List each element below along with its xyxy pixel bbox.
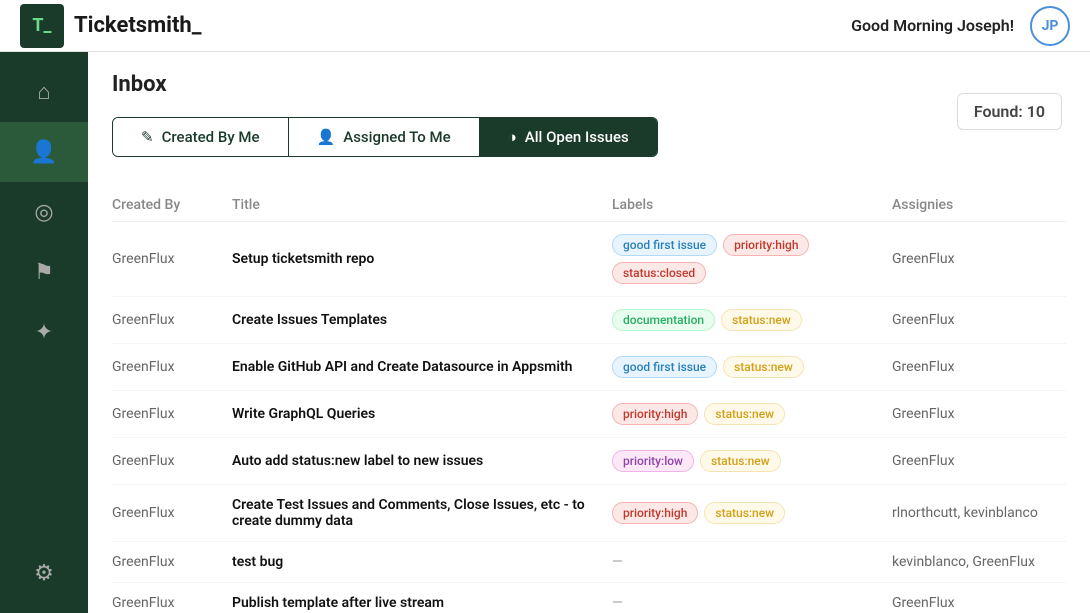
col-header-labels: Labels [612,189,892,222]
label-badge: status:new [704,502,785,524]
cell-created-by: GreenFlux [112,485,232,542]
table-row[interactable]: GreenFluxPublish template after live str… [112,583,1066,613]
table-row[interactable]: GreenFluxCreate Issues Templatesdocument… [112,297,1066,344]
inbox-icon: 👤 [30,140,57,165]
issues-table: Created By Title Labels Assignies GreenF… [112,189,1066,613]
cell-created-by: GreenFlux [112,297,232,344]
logo-box: T_ [20,4,64,48]
avatar[interactable]: JP [1030,6,1070,46]
label-badge: status:new [704,403,785,425]
content-area: Inbox ✎ Created By Me 👤 Assigned To Me ◑… [88,52,1090,613]
table-row[interactable]: GreenFluxCreate Test Issues and Comments… [112,485,1066,542]
tab-created-by-me-label: Created By Me [162,128,260,146]
cell-assignies: GreenFlux [892,583,1066,613]
cell-labels: priority:high status:new [612,391,892,438]
label-badge: status:new [700,450,781,472]
app-title: Ticketsmith_ [74,13,202,38]
cell-assignies: GreenFlux [892,344,1066,391]
cell-labels: good first issue status:new [612,344,892,391]
star-icon: ✦ [35,320,53,345]
cell-labels: priority:low status:new [612,438,892,485]
cell-title: Publish template after live stream [232,583,612,613]
label-badge: status:new [723,356,804,378]
label-empty: — [612,554,623,570]
top-header: T_ Ticketsmith_ Good Morning Joseph! JP [0,0,1090,52]
cell-assignies: kevinblanco, GreenFlux [892,542,1066,583]
label-badge: priority:high [612,403,698,425]
tab-assigned-to-me-label: Assigned To Me [343,128,450,146]
cell-labels: — [612,542,892,583]
label-badge: status:new [721,309,802,331]
cell-title: Enable GitHub API and Create Datasource … [232,344,612,391]
cell-created-by: GreenFlux [112,542,232,583]
cell-title: test bug [232,542,612,583]
assigned-to-me-icon: 👤 [317,128,336,146]
cell-assignies: GreenFlux [892,222,1066,297]
table-row[interactable]: GreenFluxtest bug— kevinblanco, GreenFlux [112,542,1066,583]
cell-assignies: GreenFlux [892,297,1066,344]
tabs-row: ✎ Created By Me 👤 Assigned To Me ◑ All O… [112,117,1066,173]
cell-created-by: GreenFlux [112,438,232,485]
all-open-issues-icon: ◑ [508,128,517,146]
label-badge: priority:high [723,234,809,256]
user-icon: ◎ [34,200,53,225]
sidebar-item-settings[interactable]: ⚙ [0,543,88,603]
main-layout: ⌂ 👤 ◎ ⚑ ✦ ⚙ Inbox ✎ Created By Me [0,52,1090,613]
col-header-created-by: Created By [112,189,232,222]
header-right: Good Morning Joseph! JP [851,6,1070,46]
greeting-text: Good Morning Joseph! [851,16,1014,35]
cell-assignies: GreenFlux [892,391,1066,438]
sidebar: ⌂ 👤 ◎ ⚑ ✦ ⚙ [0,52,88,613]
table-row[interactable]: GreenFluxSetup ticketsmith repogood firs… [112,222,1066,297]
label-badge: documentation [612,309,715,331]
cell-assignies: rlnorthcutt, kevinblanco [892,485,1066,542]
cell-assignies: GreenFlux [892,438,1066,485]
tab-all-open-issues-label: All Open Issues [525,128,629,146]
label-badge: good first issue [612,356,717,378]
label-badge: status:closed [612,262,706,284]
found-count: Found: 10 [957,93,1062,130]
col-header-title: Title [232,189,612,222]
cell-title: Create Issues Templates [232,297,612,344]
table-row[interactable]: GreenFluxAuto add status:new label to ne… [112,438,1066,485]
cell-created-by: GreenFlux [112,583,232,613]
table-row[interactable]: GreenFluxWrite GraphQL Queriespriority:h… [112,391,1066,438]
sidebar-item-inbox[interactable]: 👤 [0,122,88,182]
tab-assigned-to-me[interactable]: 👤 Assigned To Me [289,118,480,156]
label-badge: priority:low [612,450,694,472]
table-body: GreenFluxSetup ticketsmith repogood firs… [112,222,1066,613]
cell-labels: — [612,583,892,613]
cell-labels: documentation status:new [612,297,892,344]
sidebar-item-user[interactable]: ◎ [0,182,88,242]
flag-icon: ⚑ [34,260,54,285]
tabs-container: ✎ Created By Me 👤 Assigned To Me ◑ All O… [112,117,658,157]
content-header-row: Inbox [112,72,1066,113]
page-title: Inbox [112,72,167,97]
label-empty: — [612,595,623,611]
tab-all-open-issues[interactable]: ◑ All Open Issues [480,118,657,156]
label-badge: good first issue [612,234,717,256]
cell-title: Create Test Issues and Comments, Close I… [232,485,612,542]
cell-title: Auto add status:new label to new issues [232,438,612,485]
cell-created-by: GreenFlux [112,222,232,297]
tab-created-by-me[interactable]: ✎ Created By Me [113,118,289,156]
label-badge: priority:high [612,502,698,524]
home-icon: ⌂ [37,79,50,105]
cell-title: Setup ticketsmith repo [232,222,612,297]
cell-labels: priority:high status:new [612,485,892,542]
table-row[interactable]: GreenFluxEnable GitHub API and Create Da… [112,344,1066,391]
created-by-me-icon: ✎ [141,128,154,146]
logo-area: T_ Ticketsmith_ [20,4,851,48]
cell-created-by: GreenFlux [112,344,232,391]
cell-labels: good first issue priority:high status:clos… [612,222,892,297]
sidebar-item-flag[interactable]: ⚑ [0,242,88,302]
cell-title: Write GraphQL Queries [232,391,612,438]
table-header: Created By Title Labels Assignies [112,189,1066,222]
sidebar-item-home[interactable]: ⌂ [0,62,88,122]
sidebar-item-star[interactable]: ✦ [0,302,88,362]
col-header-assignies: Assignies [892,189,1066,222]
cell-created-by: GreenFlux [112,391,232,438]
settings-icon: ⚙ [34,561,54,586]
